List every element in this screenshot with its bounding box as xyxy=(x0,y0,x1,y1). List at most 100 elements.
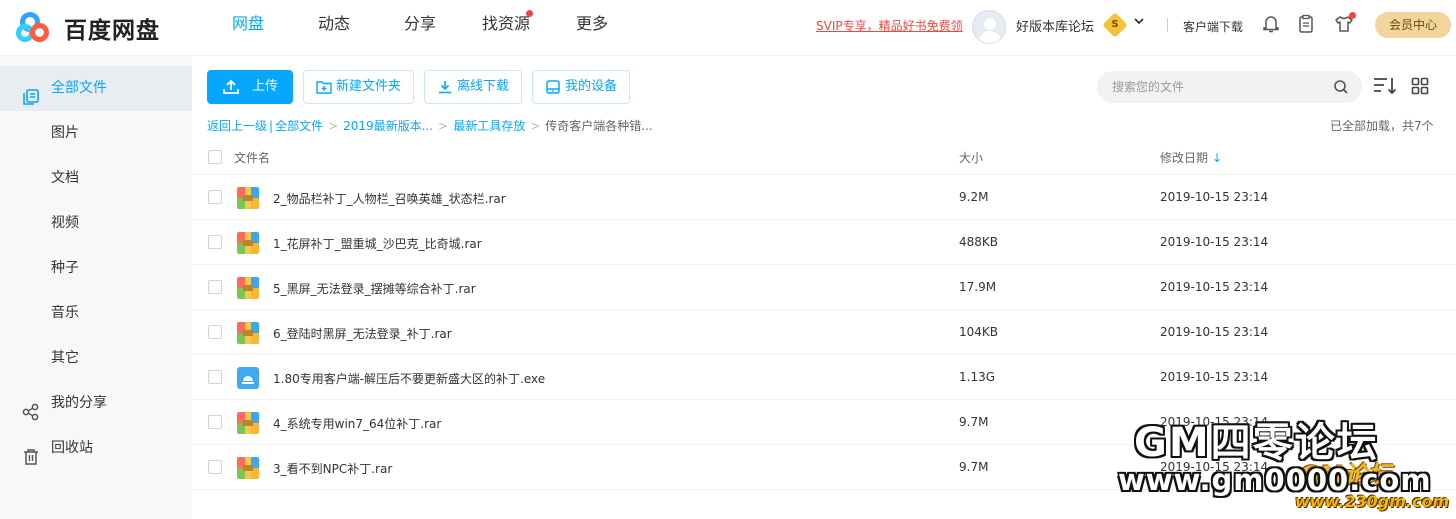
header-divider xyxy=(1167,18,1168,32)
sidebar-item-music[interactable]: 音乐 xyxy=(0,291,192,336)
breadcrumb-back-link[interactable]: 返回上一级 xyxy=(207,119,267,133)
breadcrumb-item[interactable]: 最新工具存放 xyxy=(453,119,525,133)
sidebar-item-videos[interactable]: 视频 xyxy=(0,201,192,246)
bell-icon[interactable] xyxy=(1262,14,1282,34)
sidebar-item-all-files[interactable]: 全部文件 xyxy=(0,66,192,111)
offline-download-button[interactable]: 离线下载 xyxy=(424,70,522,104)
file-name[interactable]: 6_登陆时黑屏_无法登录_补丁.rar xyxy=(273,325,452,342)
file-size: 1.13G xyxy=(959,370,996,384)
chevron-down-icon[interactable] xyxy=(1133,15,1145,31)
sidebar-item-label: 其它 xyxy=(51,350,79,366)
new-folder-icon xyxy=(316,81,332,94)
file-name[interactable]: 1.80专用客户端-解压后不要更新盛大区的补丁.exe xyxy=(273,370,545,387)
clipboard-icon[interactable] xyxy=(1297,14,1317,34)
file-size: 9.7M xyxy=(959,460,989,474)
nav-tab-feed[interactable]: 动态 xyxy=(291,0,377,56)
sidebar-item-recycle-bin[interactable]: 回收站 xyxy=(0,426,192,471)
table-row[interactable]: 6_登陆时黑屏_无法登录_补丁.rar 104KB 2019-10-15 23:14 xyxy=(192,310,1456,355)
download-icon xyxy=(438,81,451,94)
notification-dot xyxy=(1349,12,1356,19)
row-checkbox[interactable] xyxy=(208,370,222,384)
nav-tab-find-resources[interactable]: 找资源 xyxy=(463,0,549,56)
nav-tab-find-resources-label: 找资源 xyxy=(481,14,530,33)
svip-promo-link[interactable]: SVIP专享，精品好书免费领 xyxy=(816,17,963,34)
row-checkbox[interactable] xyxy=(208,325,222,339)
column-header-name[interactable]: 文件名 xyxy=(234,149,270,166)
table-row[interactable]: 2_物品栏补丁_人物栏_召唤英雄_状态栏.rar 9.2M 2019-10-15 2… xyxy=(192,175,1456,220)
sidebar-item-label: 视频 xyxy=(51,215,79,231)
top-header: 百度网盘 网盘 动态 分享 找资源 更多 SVIP专享，精品好书免费领 好版本库… xyxy=(0,0,1456,56)
row-checkbox[interactable] xyxy=(208,190,222,204)
table-row[interactable]: 1_花屏补丁_盟重城_沙巴克_比奇城.rar 488KB 2019-10-15 23… xyxy=(192,220,1456,265)
nav-tab-share[interactable]: 分享 xyxy=(377,0,463,56)
sidebar-item-label: 全部文件 xyxy=(51,80,107,96)
sidebar-item-other[interactable]: 其它 xyxy=(0,336,192,381)
file-size: 488KB xyxy=(959,235,999,249)
breadcrumb-item[interactable]: 全部文件 xyxy=(275,119,323,133)
sidebar-item-my-shares[interactable]: 我的分享 xyxy=(0,381,192,426)
vip-level-badge: S xyxy=(1102,12,1128,38)
username[interactable]: 好版本库论坛 xyxy=(1016,16,1094,35)
avatar[interactable] xyxy=(972,10,1006,44)
rar-file-icon xyxy=(237,412,259,434)
file-date: 2019-10-15 23:14 xyxy=(1160,235,1269,249)
breadcrumb: 返回上一级 | 全部文件 >2019最新版本... > 最新工具存放 > 传奇客户端各种错..… xyxy=(207,119,653,133)
load-status: 已全部加载，共7个 xyxy=(1330,119,1434,133)
sidebar-item-images[interactable]: 图片 xyxy=(0,111,192,156)
share-icon xyxy=(22,395,40,421)
search-icon[interactable] xyxy=(1333,79,1349,99)
rar-file-icon xyxy=(237,457,259,479)
row-checkbox[interactable] xyxy=(208,415,222,429)
new-folder-label: 新建文件夹 xyxy=(335,79,401,94)
file-date: 2019-10-15 23:14 xyxy=(1160,370,1269,384)
nav-tab-more[interactable]: 更多 xyxy=(549,0,635,56)
table-row[interactable]: 5_黑屏_无法登录_摆摊等综合补丁.rar 17.9M 2019-10-15 23:… xyxy=(192,265,1456,310)
breadcrumb-item[interactable]: 2019最新版本... xyxy=(343,119,433,133)
sort-desc-arrow-icon: ↓ xyxy=(1212,151,1223,165)
file-name[interactable]: 4_系统专用win7_64位补丁.rar xyxy=(273,415,441,432)
exe-file-icon xyxy=(237,367,259,389)
file-name[interactable]: 1_花屏补丁_盟重城_沙巴克_比奇城.rar xyxy=(273,235,482,252)
upload-icon xyxy=(223,79,239,94)
rar-file-icon xyxy=(237,187,259,209)
rar-file-icon xyxy=(237,322,259,344)
my-devices-label: 我的设备 xyxy=(564,79,617,94)
offline-download-label: 离线下载 xyxy=(456,79,509,94)
file-size: 9.2M xyxy=(959,190,989,204)
sidebar-item-torrents[interactable]: 种子 xyxy=(0,246,192,291)
logo-icon xyxy=(16,10,56,46)
member-center-button[interactable]: 会员中心 xyxy=(1375,12,1451,38)
grid-view-icon[interactable] xyxy=(1411,77,1429,99)
file-name[interactable]: 2_物品栏补丁_人物栏_召唤英雄_状态栏.rar xyxy=(273,190,506,207)
row-checkbox[interactable] xyxy=(208,460,222,474)
table-header: 文件名 大小 修改日期 ↓ xyxy=(192,139,1456,175)
breadcrumb-current: 传奇客户端各种错... xyxy=(545,119,653,133)
row-checkbox[interactable] xyxy=(208,280,222,294)
file-size: 9.7M xyxy=(959,415,989,429)
rar-file-icon xyxy=(237,232,259,254)
select-all-checkbox[interactable] xyxy=(208,150,222,164)
search-input[interactable] xyxy=(1112,71,1322,103)
column-header-date[interactable]: 修改日期 ↓ xyxy=(1160,149,1222,166)
file-name[interactable]: 5_黑屏_无法登录_摆摊等综合补丁.rar xyxy=(273,280,476,297)
upload-label: 上传 xyxy=(251,79,278,94)
files-icon xyxy=(22,80,40,105)
my-devices-button[interactable]: 我的设备 xyxy=(532,70,630,104)
table-row[interactable]: 1.80专用客户端-解压后不要更新盛大区的补丁.exe 1.13G 2019-10-… xyxy=(192,355,1456,400)
row-checkbox[interactable] xyxy=(208,235,222,249)
file-name[interactable]: 3_看不到NPC补丁.rar xyxy=(273,460,392,477)
sidebar-item-label: 音乐 xyxy=(51,305,79,321)
sort-icon[interactable] xyxy=(1372,76,1398,100)
upload-button[interactable]: 上传 xyxy=(207,70,293,104)
nav-tab-netdisk[interactable]: 网盘 xyxy=(205,0,291,56)
main-nav: 网盘 动态 分享 找资源 更多 xyxy=(205,0,635,56)
file-date: 2019-10-15 23:14 xyxy=(1160,280,1269,294)
rar-file-icon xyxy=(237,277,259,299)
sidebar-item-label: 回收站 xyxy=(51,440,93,456)
sidebar-item-documents[interactable]: 文档 xyxy=(0,156,192,201)
client-download-link[interactable]: 客户端下载 xyxy=(1183,18,1243,35)
new-folder-button[interactable]: 新建文件夹 xyxy=(303,70,414,104)
column-header-size[interactable]: 大小 xyxy=(959,149,983,166)
trash-icon xyxy=(22,440,40,465)
baidu-netdisk-logo[interactable]: 百度网盘 xyxy=(16,8,160,48)
